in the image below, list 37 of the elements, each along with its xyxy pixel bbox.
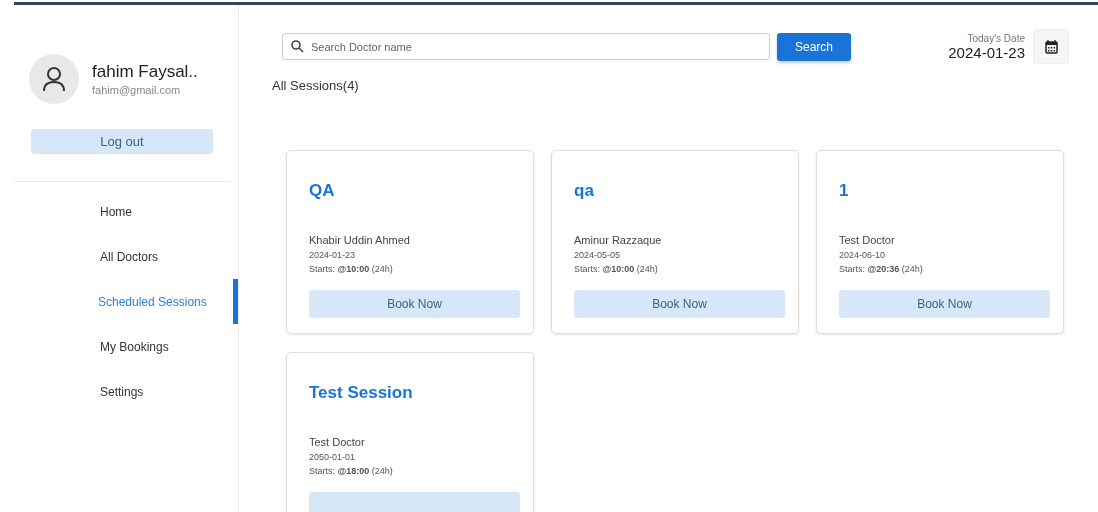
user-email: fahim@gmail.com — [92, 84, 182, 96]
doctor-name: Test Doctor — [309, 436, 365, 448]
start-time: Starts: @10:00 (24h) — [574, 264, 658, 274]
sessions-heading: All Sessions(4) — [272, 78, 359, 93]
search-button[interactable]: Search — [777, 32, 851, 61]
nav-item[interactable]: My Bookings — [100, 339, 169, 354]
user-name: fahim Faysal.. — [92, 62, 198, 82]
session-date: 2024-01-23 — [309, 250, 356, 260]
book-button[interactable]: Book Now — [574, 290, 785, 318]
start-time: Starts: @18:00 (24h) — [309, 466, 393, 476]
session-title: 1 — [839, 181, 849, 201]
active-indicator — [233, 279, 238, 324]
session-title: Test Session — [309, 383, 413, 403]
date-value: 2024-01-23 — [948, 43, 1025, 61]
start-time: Starts: @20:36 (24h) — [839, 264, 923, 274]
date-label: Today's Date — [967, 32, 1025, 44]
session-date: 2050-01-01 — [309, 452, 356, 462]
logout-button[interactable]: Log out — [31, 129, 213, 154]
book-button[interactable]: Book Now — [309, 290, 520, 318]
search-field[interactable]: Search Doctor name — [282, 33, 770, 60]
nav-item[interactable]: Home — [100, 204, 132, 219]
session-title: QA — [309, 181, 335, 201]
calendar-icon — [1044, 39, 1058, 54]
doctor-name: Test Doctor — [839, 234, 895, 246]
nav-item[interactable]: All Doctors — [100, 249, 158, 264]
session-date: 2024-05-05 — [574, 250, 621, 260]
start-time: Starts: @10:00 (24h) — [309, 264, 393, 274]
session-title: qa — [574, 181, 594, 201]
calendar-button[interactable] — [1033, 29, 1069, 64]
nav-item[interactable]: Settings — [100, 384, 144, 399]
book-button[interactable]: Book Now — [839, 290, 1050, 318]
doctor-name: Aminur Razzaque — [574, 234, 662, 246]
search-icon — [291, 40, 304, 53]
user-icon — [42, 66, 66, 92]
doctor-name: Khabir Uddin Ahmed — [309, 234, 410, 246]
session-date: 2024-06-10 — [839, 250, 886, 260]
nav-item[interactable]: Scheduled Sessions — [98, 294, 207, 309]
